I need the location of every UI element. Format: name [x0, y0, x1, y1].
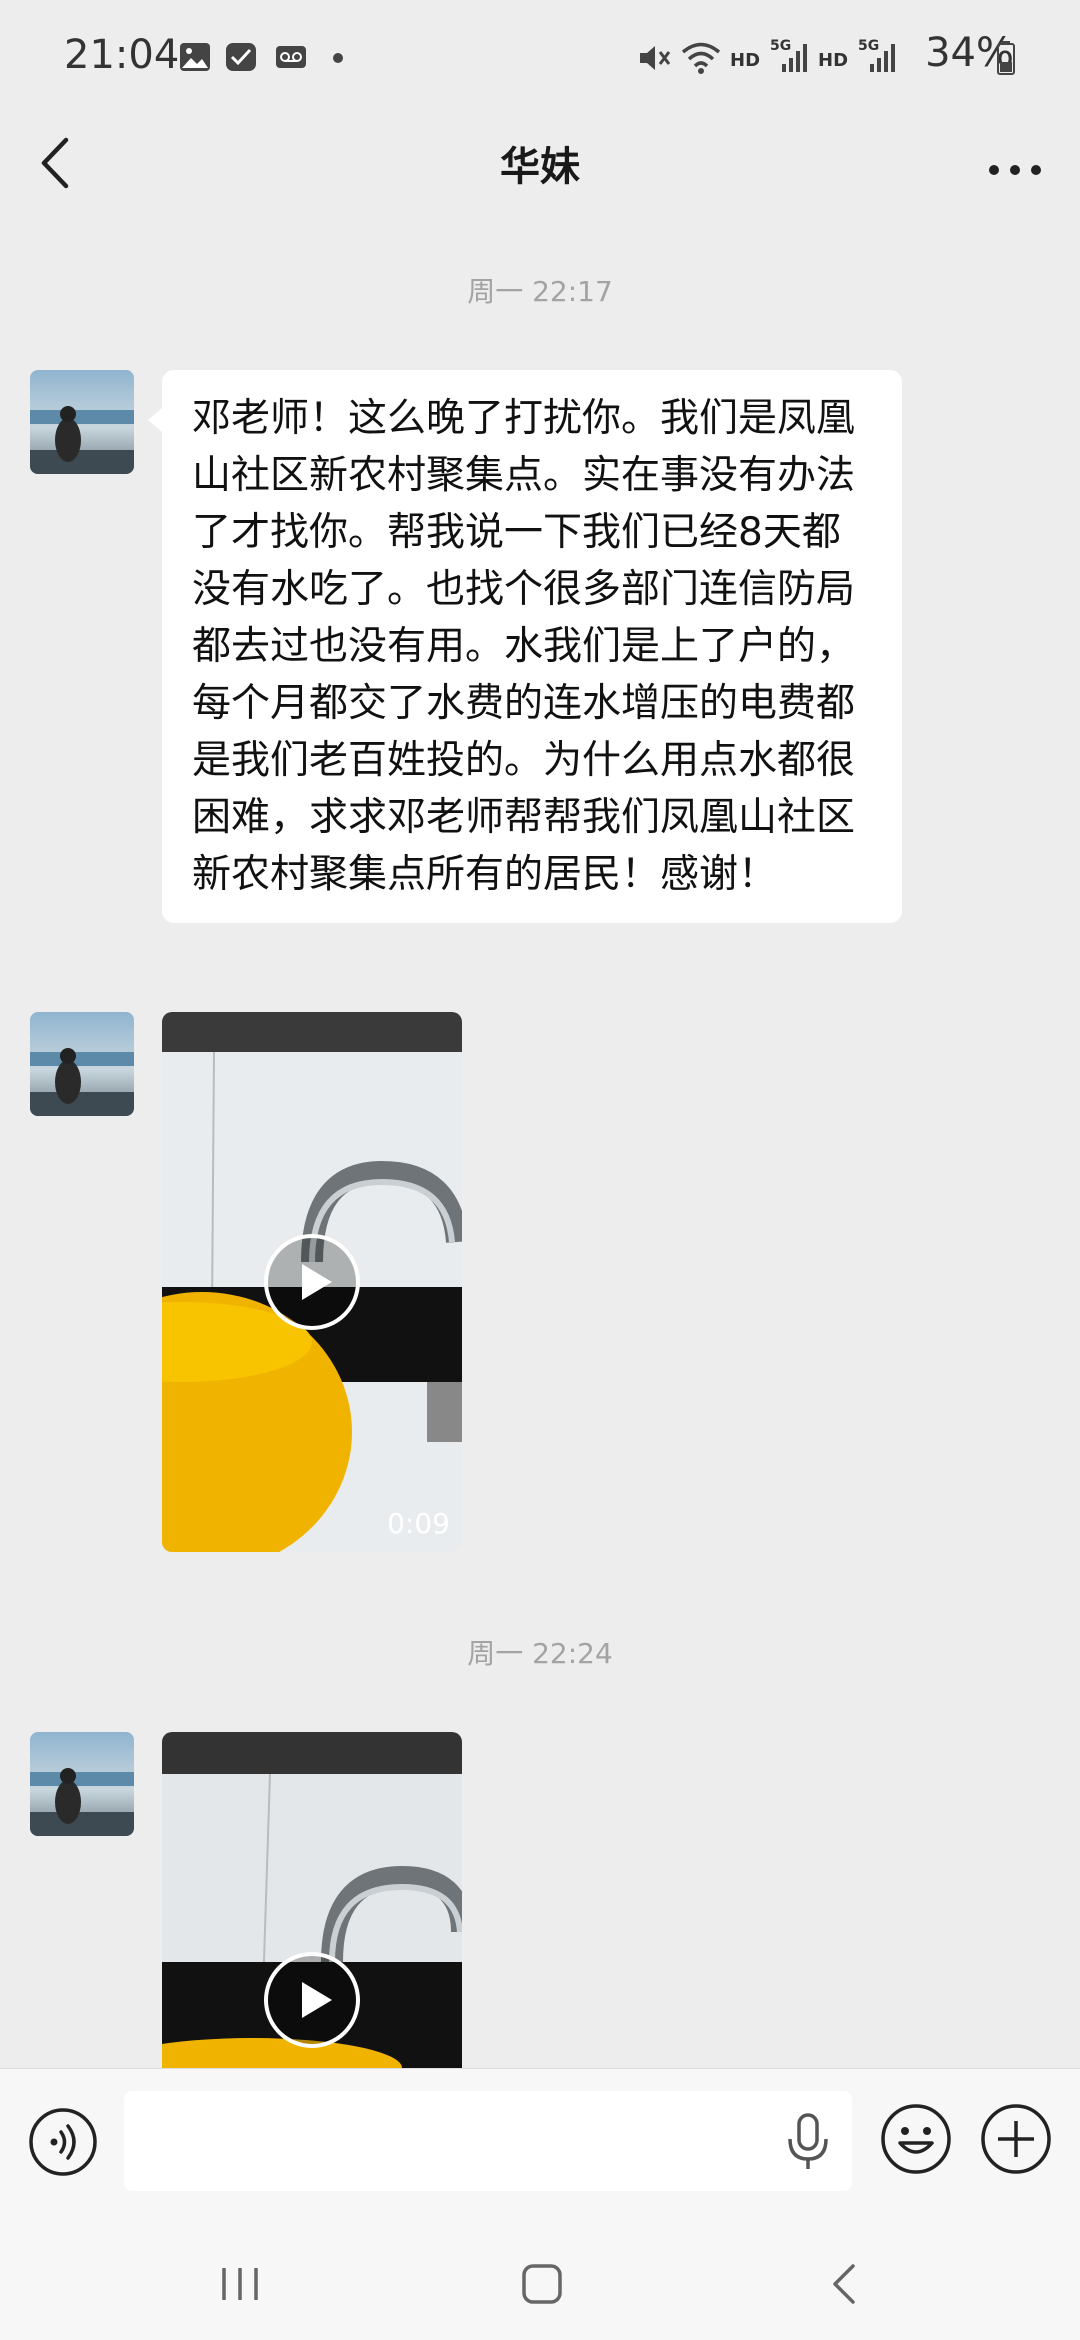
play-icon[interactable] — [262, 1950, 362, 2050]
input-bar — [0, 2068, 1080, 2219]
mute-icon — [640, 46, 671, 70]
signal-icon — [782, 44, 807, 72]
avatar-image — [30, 370, 134, 474]
message-input[interactable] — [124, 2091, 852, 2191]
chat-title: 华妹 — [500, 144, 580, 190]
avatar[interactable] — [30, 1012, 134, 1116]
message-bubble[interactable]: 邓老师！这么晚了打扰你。我们是凤凰山社区新农村聚集点。实在事没有办法了才找你。帮… — [148, 370, 902, 923]
video-message[interactable]: 0:09 — [162, 1012, 462, 1552]
video-message[interactable] — [162, 1732, 462, 2068]
avatar[interactable] — [30, 1732, 134, 1836]
status-bar: 21:04 HD 5G HD 5G 34% — [0, 0, 1080, 112]
dot-icon — [333, 53, 343, 63]
network-type-1: HD — [730, 50, 761, 71]
avatar-image — [30, 1012, 134, 1116]
system-back-button[interactable] — [815, 2254, 875, 2314]
more-options-button[interactable] — [980, 132, 1050, 192]
avatar[interactable] — [30, 370, 134, 474]
more-actions-button[interactable] — [980, 2103, 1052, 2175]
network-type-2: HD — [818, 50, 849, 71]
play-icon[interactable] — [262, 1232, 362, 1332]
status-time: 21:04 — [64, 32, 180, 78]
battery-icon — [997, 41, 1015, 75]
check-notification-icon — [226, 43, 256, 71]
emoji-button[interactable] — [880, 2103, 952, 2175]
voice-mode-button[interactable] — [28, 2107, 98, 2177]
recent-apps-button[interactable] — [210, 2254, 270, 2314]
message-timestamp: 周一 22:17 — [467, 275, 613, 308]
voicemail-icon — [276, 46, 306, 68]
signal-icon — [870, 44, 895, 72]
video-duration: 0:09 — [387, 1507, 450, 1540]
system-navigation-bar — [0, 2218, 1080, 2340]
wifi-icon — [681, 42, 721, 74]
message-text: 邓老师！这么晚了打扰你。我们是凤凰山社区新农村聚集点。实在事没有办法了才找你。帮… — [192, 396, 856, 897]
home-button[interactable] — [512, 2254, 572, 2314]
chat-header: 华妹 — [0, 112, 1080, 212]
image-icon — [180, 43, 210, 71]
message-timestamp: 周一 22:24 — [467, 1637, 613, 1670]
microphone-icon[interactable] — [780, 2111, 836, 2173]
avatar-image — [30, 1732, 134, 1836]
